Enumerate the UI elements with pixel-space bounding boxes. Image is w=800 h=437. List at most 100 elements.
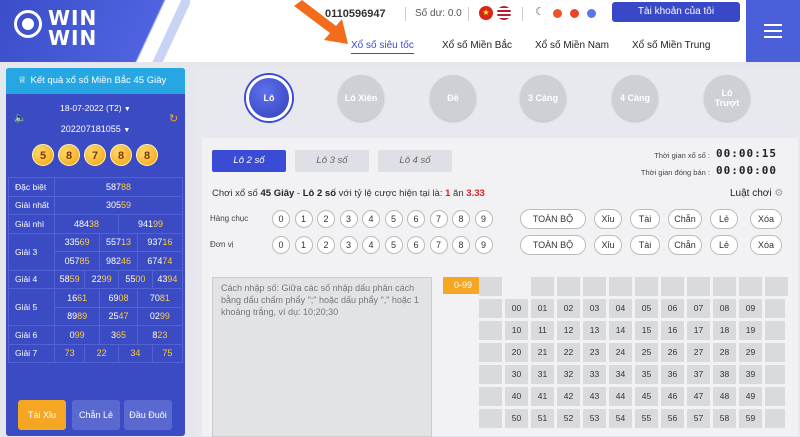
game-type-4-cang[interactable]: 4 Càng	[612, 75, 658, 121]
number-cell[interactable]: 27	[687, 343, 710, 362]
digit-button[interactable]: 3	[339, 210, 358, 228]
number-cell[interactable]: 54	[609, 409, 632, 428]
number-cell[interactable]: 15	[635, 321, 658, 340]
number-cell[interactable]: 53	[583, 409, 606, 428]
number-cell[interactable]: 55	[635, 409, 658, 428]
draw-id-select[interactable]: 202207181055 ▼	[6, 124, 185, 134]
number-cell[interactable]: 46	[661, 387, 684, 406]
number-cell[interactable]: 44	[609, 387, 632, 406]
sound-icon[interactable]: 🔈	[14, 113, 26, 124]
quick-select-button[interactable]: Tài	[630, 235, 660, 255]
number-input-textarea[interactable]: Cách nhập số: Giữa các số nhập dấu phân …	[212, 277, 432, 437]
number-cell[interactable]: 13	[583, 321, 606, 340]
number-cell[interactable]: 16	[661, 321, 684, 340]
number-cell[interactable]: 24	[609, 343, 632, 362]
number-cell[interactable]: 04	[609, 299, 632, 318]
subtab-lo-2-so[interactable]: Lô 2 số	[212, 150, 286, 172]
quick-select-button[interactable]: Xóa	[750, 209, 782, 229]
tab-dau-duoi[interactable]: Đầu Đuôi	[124, 400, 172, 430]
digit-button[interactable]: 2	[317, 210, 335, 228]
date-select[interactable]: 18-07-2022 (T2) ▼	[6, 103, 185, 113]
number-cell[interactable]: 37	[687, 365, 710, 384]
number-cell[interactable]: 33	[583, 365, 606, 384]
game-type-lo[interactable]: Lô	[246, 75, 292, 121]
number-cell[interactable]: 18	[713, 321, 736, 340]
number-cell[interactable]: 42	[557, 387, 580, 406]
number-cell[interactable]: 38	[713, 365, 736, 384]
number-cell[interactable]: 25	[635, 343, 658, 362]
my-account-button[interactable]: Tài khoản của tôi	[612, 2, 740, 22]
number-cell[interactable]: 23	[583, 343, 606, 362]
quick-select-button[interactable]: Lẻ	[710, 235, 738, 255]
number-cell[interactable]: 31	[531, 365, 554, 384]
number-cell[interactable]: 11	[531, 321, 554, 340]
digit-button[interactable]: 5	[384, 210, 403, 228]
number-cell[interactable]: 00	[505, 299, 528, 318]
tab-tai-xiu[interactable]: Tài Xỉu	[18, 400, 66, 430]
number-cell[interactable]: 07	[687, 299, 710, 318]
nav-lottery-fast[interactable]: Xổ số siêu tốc	[351, 40, 414, 54]
number-cell[interactable]: 57	[687, 409, 710, 428]
quick-select-button[interactable]: Chẵn	[668, 235, 702, 255]
number-cell[interactable]: 52	[557, 409, 580, 428]
number-cell[interactable]: 48	[713, 387, 736, 406]
quick-select-button[interactable]: Xỉu	[594, 209, 622, 229]
game-type-3-cang[interactable]: 3 Càng	[520, 75, 566, 121]
number-cell[interactable]: 39	[739, 365, 762, 384]
theme-orange-dot[interactable]	[553, 9, 562, 18]
number-cell[interactable]: 06	[661, 299, 684, 318]
digit-button[interactable]: 9	[474, 236, 493, 254]
number-cell[interactable]: 58	[713, 409, 736, 428]
digit-button[interactable]: 7	[429, 210, 448, 228]
quick-select-button[interactable]: Xóa	[750, 235, 782, 255]
digit-button[interactable]: 4	[362, 210, 380, 228]
us-flag-icon[interactable]	[497, 6, 511, 20]
number-cell[interactable]: 02	[557, 299, 580, 318]
digit-button[interactable]: 3	[339, 236, 358, 254]
digit-button[interactable]: 1	[294, 210, 313, 228]
quick-select-button[interactable]: Chẵn	[668, 209, 702, 229]
number-cell[interactable]: 51	[531, 409, 554, 428]
game-type-lo-truot[interactable]: Lô Trượt	[704, 75, 750, 121]
number-cell[interactable]: 30	[505, 365, 528, 384]
digit-button[interactable]: 8	[452, 236, 470, 254]
number-cell[interactable]: 12	[557, 321, 580, 340]
number-cell[interactable]: 45	[635, 387, 658, 406]
quick-select-button[interactable]: Tài	[630, 209, 660, 229]
number-cell[interactable]: 01	[531, 299, 554, 318]
number-cell[interactable]: 29	[739, 343, 762, 362]
number-cell[interactable]: 14	[609, 321, 632, 340]
game-type-lo-xien[interactable]: Lô Xiên	[338, 75, 384, 121]
game-type-de[interactable]: Đề	[430, 75, 476, 121]
number-cell[interactable]: 05	[635, 299, 658, 318]
nav-lottery-central[interactable]: Xổ số Miền Trung	[632, 40, 710, 51]
number-cell[interactable]: 49	[739, 387, 762, 406]
dark-mode-moon-icon[interactable]: ☾	[535, 5, 545, 18]
digit-button[interactable]: 1	[294, 236, 313, 254]
subtab-lo-3-so[interactable]: Lô 3 số	[295, 150, 369, 172]
digit-button[interactable]: 5	[384, 236, 403, 254]
number-cell[interactable]: 36	[661, 365, 684, 384]
digit-button[interactable]: 9	[474, 210, 493, 228]
quick-select-button[interactable]: Xỉu	[594, 235, 622, 255]
hamburger-menu-icon[interactable]	[746, 0, 800, 62]
number-cell[interactable]: 50	[505, 409, 528, 428]
number-cell[interactable]: 21	[531, 343, 554, 362]
number-cell[interactable]: 17	[687, 321, 710, 340]
tab-chan-le[interactable]: Chẵn Lẻ	[72, 400, 120, 430]
theme-red-dot[interactable]	[570, 9, 579, 18]
quick-select-button[interactable]: TOÀN BỘ	[520, 235, 586, 255]
number-cell[interactable]: 28	[713, 343, 736, 362]
nav-lottery-south[interactable]: Xổ số Miền Nam	[535, 40, 609, 51]
digit-button[interactable]: 8	[452, 210, 470, 228]
digit-button[interactable]: 6	[407, 210, 425, 228]
theme-blue-dot[interactable]	[587, 9, 596, 18]
number-cell[interactable]: 56	[661, 409, 684, 428]
number-cell[interactable]: 41	[531, 387, 554, 406]
digit-button[interactable]: 4	[362, 236, 380, 254]
digit-button[interactable]: 0	[272, 236, 290, 254]
number-cell[interactable]: 19	[739, 321, 762, 340]
subtab-lo-4-so[interactable]: Lô 4 số	[378, 150, 452, 172]
number-cell[interactable]: 22	[557, 343, 580, 362]
number-cell[interactable]: 47	[687, 387, 710, 406]
